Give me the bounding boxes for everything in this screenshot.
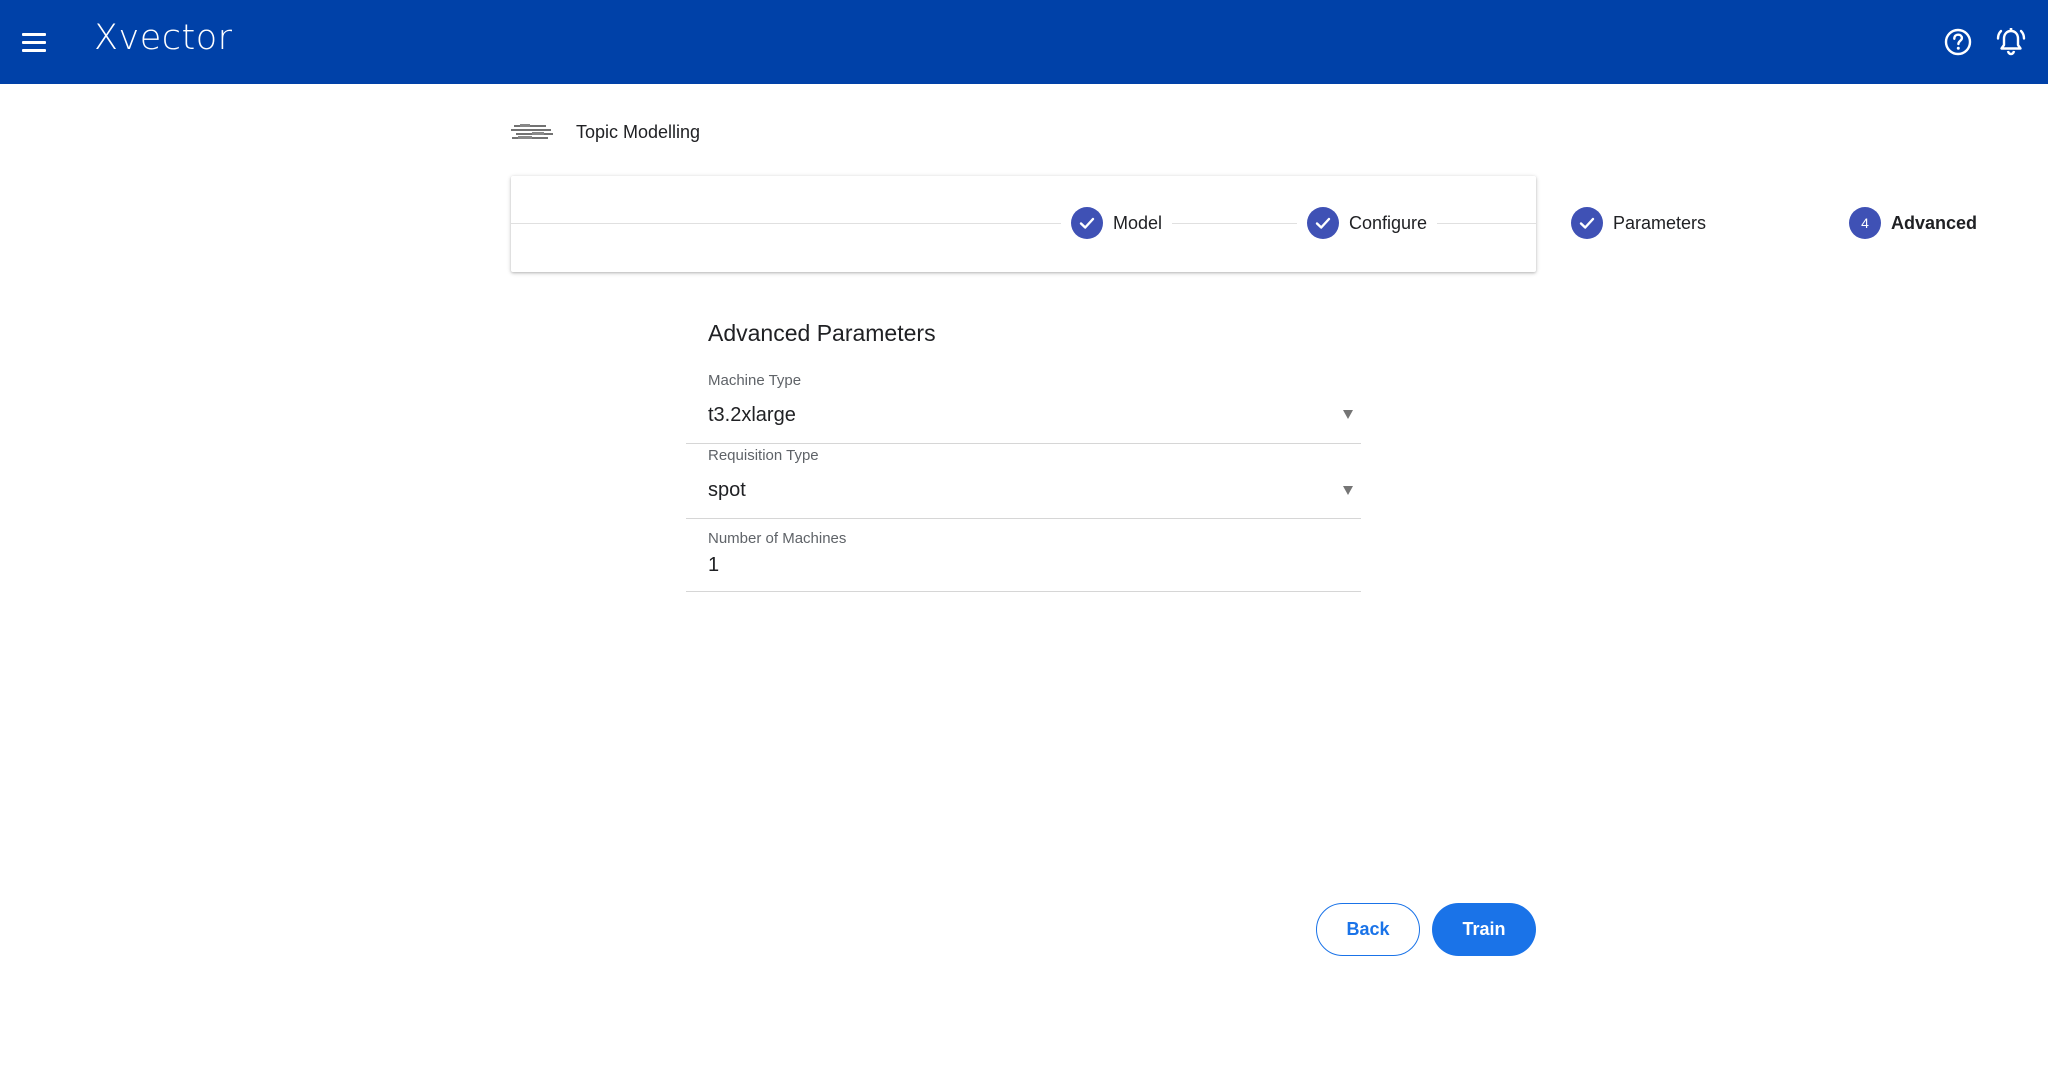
brand-logo[interactable]: Xvector <box>94 18 233 58</box>
page-header: Topic Modelling <box>510 112 700 152</box>
check-icon <box>1071 207 1103 239</box>
dropdown-arrow-icon <box>1343 410 1353 419</box>
page-title: Topic Modelling <box>576 121 701 142</box>
back-button[interactable]: Back <box>1316 903 1420 956</box>
field-value: t3.2xlarge <box>708 404 796 426</box>
step-number: 4 <box>1849 207 1881 239</box>
train-button[interactable]: Train <box>1432 903 1536 956</box>
topic-modelling-logo-icon <box>511 124 553 139</box>
field-label: Requisition Type <box>708 447 819 464</box>
field-label: Number of Machines <box>708 530 847 547</box>
step-model[interactable]: Model <box>1061 207 1173 239</box>
field-label: Machine Type <box>708 372 802 389</box>
check-icon <box>1571 207 1603 239</box>
step-label: Configure <box>1349 212 1428 233</box>
number-of-machines-input[interactable]: Number of Machines 1 <box>686 519 1361 592</box>
requisition-type-select[interactable]: Requisition Type spot <box>686 444 1361 519</box>
check-icon <box>1307 207 1339 239</box>
menu-icon[interactable] <box>22 27 52 57</box>
step-configure[interactable]: Configure <box>1297 207 1438 239</box>
stepper: Model Configure Parameters 4 Advanced <box>511 176 1988 272</box>
step-label: Parameters <box>1613 212 1707 233</box>
dropdown-arrow-icon <box>1343 486 1353 495</box>
notification-bell-icon[interactable] <box>1995 26 2027 58</box>
machine-type-select[interactable]: Machine Type t3.2xlarge <box>686 368 1361 444</box>
step-parameters[interactable]: Parameters <box>1561 207 1717 239</box>
field-value: spot <box>708 479 746 501</box>
help-icon[interactable] <box>1943 27 1973 57</box>
step-label: Advanced <box>1891 212 1978 233</box>
field-value: 1 <box>708 554 720 576</box>
step-advanced[interactable]: 4 Advanced <box>1839 207 1988 239</box>
step-label: Model <box>1113 212 1163 233</box>
form-title: Advanced Parameters <box>708 320 936 346</box>
app-bar: Xvector <box>0 0 2048 84</box>
